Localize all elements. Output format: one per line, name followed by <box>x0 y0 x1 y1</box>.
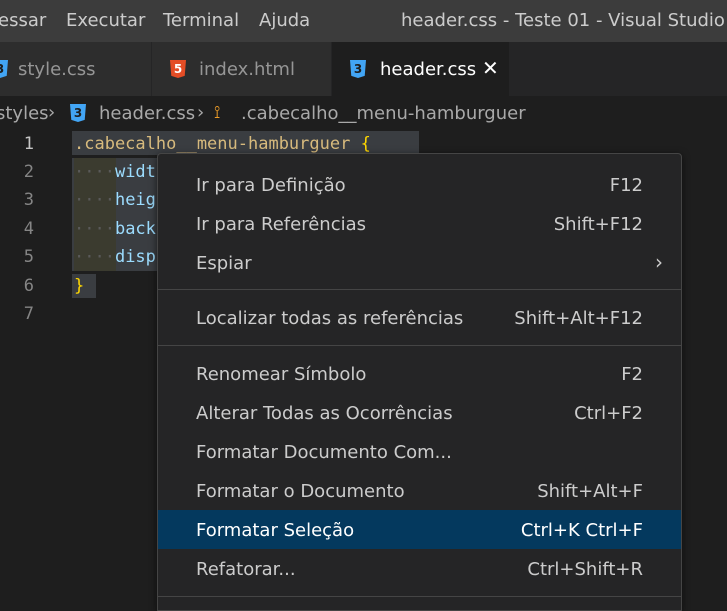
css-selector: .cabecalho__menu-hamburguer <box>74 134 351 154</box>
menu-item-label: Alterar Todas as Ocorrências <box>196 403 453 424</box>
whitespace-marker: ···· <box>74 190 115 210</box>
tab-header-css[interactable]: 3 header.css ✕ <box>332 42 510 96</box>
menu-item-go-to-references[interactable]: Ir para Referências Shift+F12 <box>158 204 681 243</box>
breadcrumb-item-selector[interactable]: .cabecalho__menu-hamburguer <box>241 103 526 124</box>
menu-item-format-selection[interactable]: Formatar Seleção Ctrl+K Ctrl+F <box>158 510 681 549</box>
menu-item-label: Localizar todas as referências <box>196 308 464 329</box>
menu-item-shortcut: F2 <box>621 364 643 385</box>
tab-label: header.css <box>380 59 477 80</box>
menu-help[interactable]: Ajuda <box>259 10 310 31</box>
chevron-right-icon: › <box>48 102 56 123</box>
menu-item-shortcut: Shift+Alt+F12 <box>514 308 643 329</box>
html5-icon: 5 <box>170 60 186 78</box>
css-property: back <box>114 219 156 239</box>
menu-item-shortcut: Shift+Alt+F <box>537 481 643 502</box>
menu-item-label: Refatorar... <box>196 559 296 580</box>
menu-item-label: Renomear Símbolo <box>196 364 367 385</box>
css-property: disp <box>114 247 156 267</box>
menu-separator <box>158 345 681 346</box>
menu-item-format-document-with[interactable]: Formatar Documento Com... <box>158 432 681 471</box>
menu-item-peek[interactable]: Espiar › <box>158 243 681 282</box>
css-selector-symbol-icon: ⟟ <box>214 103 221 123</box>
css-icon: 3 <box>70 104 86 122</box>
brace: { <box>360 134 371 154</box>
menu-item-shortcut: Ctrl+K Ctrl+F <box>520 520 643 541</box>
tab-bar: 3 style.css 5 index.html 3 header.css ✕ <box>0 42 727 96</box>
close-tab-icon[interactable]: ✕ <box>482 56 499 80</box>
menu-item-label: Formatar o Documento <box>196 481 405 502</box>
title-bar: essar Executar Terminal Ajuda header.css… <box>0 0 727 42</box>
chevron-right-icon: › <box>655 250 663 274</box>
tab-label: index.html <box>199 59 295 80</box>
line-number: 5 <box>23 247 34 267</box>
code-line: ····widt <box>74 162 156 182</box>
breadcrumb-item-styles[interactable]: styles <box>0 103 49 124</box>
menu-item-shortcut: F12 <box>609 175 643 196</box>
menu-item-shortcut: Ctrl+F2 <box>574 403 643 424</box>
menu-item-change-all-occurrences[interactable]: Alterar Todas as Ocorrências Ctrl+F2 <box>158 393 681 432</box>
menu-item-label: Ir para Referências <box>196 214 367 235</box>
css-icon: 3 <box>350 60 366 78</box>
line-number: 7 <box>23 304 34 324</box>
code-line: ····back <box>74 219 156 239</box>
breadcrumb-item-file[interactable]: header.css <box>99 103 195 124</box>
code-line: ····disp <box>74 247 156 267</box>
tab-label: style.css <box>18 59 96 80</box>
menu-separator <box>158 596 681 597</box>
line-number: 3 <box>23 190 34 210</box>
line-number: 1 <box>23 134 34 154</box>
menu-item-label: Formatar Documento Com... <box>196 442 452 463</box>
menu-item-refactor[interactable]: Refatorar... Ctrl+Shift+R <box>158 549 681 588</box>
menu-item-rename-symbol[interactable]: Renomear Símbolo F2 <box>158 354 681 393</box>
whitespace-marker: ···· <box>74 162 115 182</box>
tab-style-css[interactable]: 3 style.css <box>0 42 152 96</box>
menu-item-format-document[interactable]: Formatar o Documento Shift+Alt+F <box>158 471 681 510</box>
menu-item-go-to-definition[interactable]: Ir para Definição F12 <box>158 165 681 204</box>
menu-separator <box>158 289 681 290</box>
code-line: .cabecalho__menu-hamburguer { <box>74 134 371 154</box>
chevron-right-icon: › <box>197 102 205 123</box>
css-property: widt <box>114 162 156 182</box>
menu-item-label: Espiar <box>196 253 252 274</box>
whitespace-marker: ···· <box>74 219 115 239</box>
tab-index-html[interactable]: 5 index.html <box>152 42 332 96</box>
brace: } <box>74 276 85 296</box>
code-line: ····heig <box>74 190 156 210</box>
menu-item-find-all-references[interactable]: Localizar todas as referências Shift+Alt… <box>158 298 681 337</box>
menu-item-shortcut: Shift+F12 <box>553 214 643 235</box>
code-line: } <box>74 276 84 296</box>
line-number: 6 <box>23 276 34 296</box>
window-title: header.css - Teste 01 - Visual Studio Co… <box>401 10 727 31</box>
menu-item-label: Ir para Definição <box>196 175 346 196</box>
menu-run[interactable]: Executar <box>66 10 145 31</box>
line-number: 4 <box>23 219 34 239</box>
menu-selection[interactable]: essar <box>0 10 46 31</box>
line-number: 2 <box>23 162 34 182</box>
css-icon: 3 <box>0 60 8 78</box>
menu-item-label: Formatar Seleção <box>196 520 355 541</box>
breadcrumb: styles › 3 header.css › ⟟ .cabecalho__me… <box>0 96 727 130</box>
menu-terminal[interactable]: Terminal <box>163 10 239 31</box>
menu-item-shortcut: Ctrl+Shift+R <box>527 559 643 580</box>
css-property: heig <box>114 190 156 210</box>
context-menu: Ir para Definição F12 Ir para Referência… <box>157 153 682 611</box>
whitespace-marker: ···· <box>74 247 115 267</box>
